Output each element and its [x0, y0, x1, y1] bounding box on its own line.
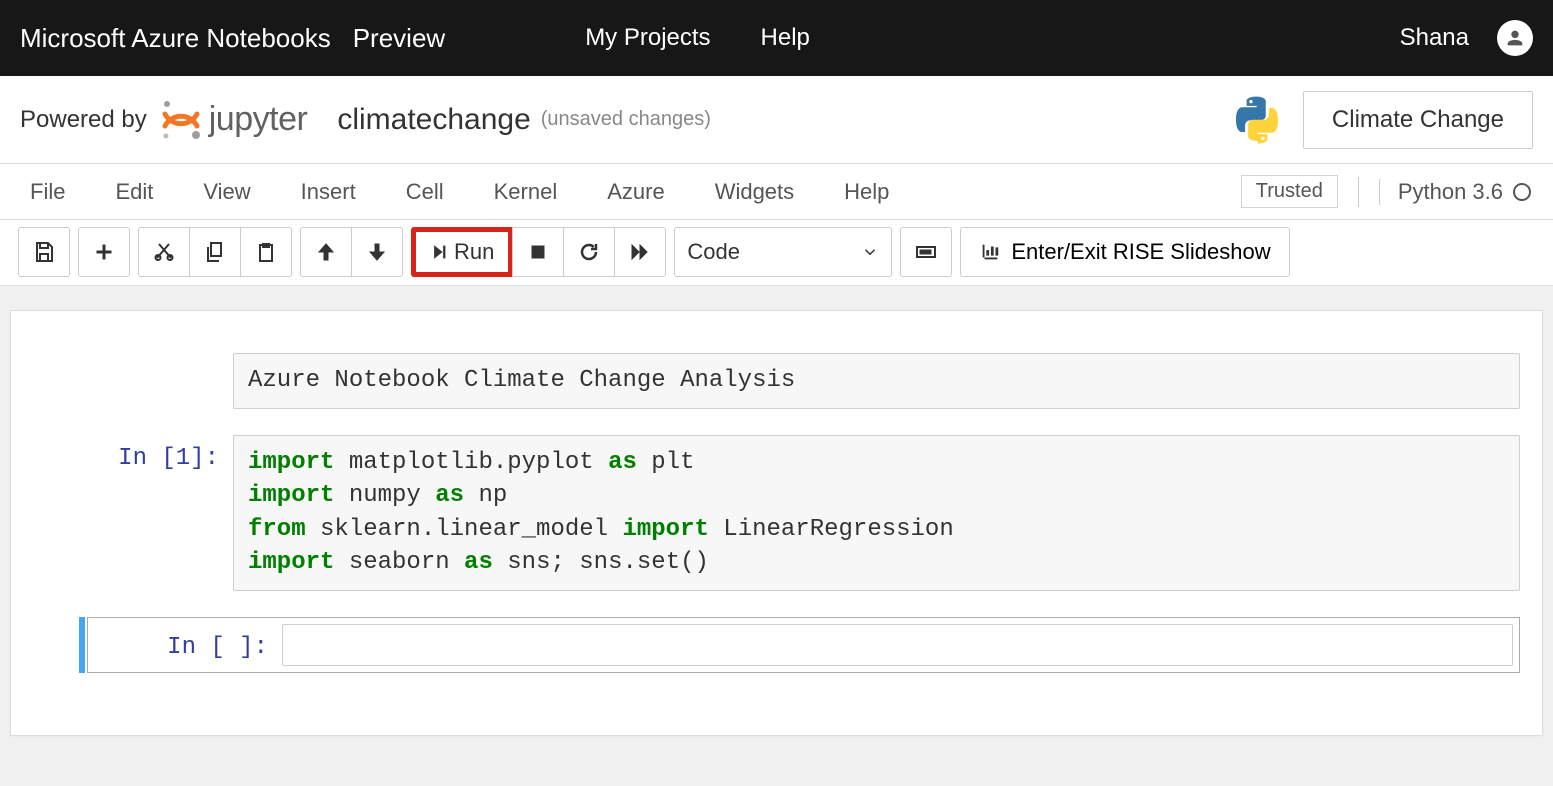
menu-kernel[interactable]: Kernel [486, 175, 566, 209]
save-button[interactable] [18, 227, 70, 277]
menubar-right: Trusted Python 3.6 [1241, 175, 1531, 208]
move-down-button[interactable] [351, 227, 403, 277]
brand-text: Microsoft Azure Notebooks [20, 23, 331, 54]
cell-prompt-empty [33, 353, 233, 409]
rise-slideshow-button[interactable]: Enter/Exit RISE Slideshow [960, 227, 1289, 277]
python-logo-icon [1229, 92, 1285, 148]
trusted-badge[interactable]: Trusted [1241, 175, 1338, 208]
save-status: (unsaved changes) [541, 108, 711, 131]
jupyter-logo-text: jupyter [209, 100, 308, 139]
run-button[interactable]: Run [411, 227, 513, 277]
kw: from [248, 516, 306, 543]
code-cell-1[interactable]: In [1]: import matplotlib.pyplot as plt … [33, 435, 1520, 591]
powered-by-label: Powered by [20, 106, 147, 134]
divider [1358, 177, 1359, 207]
menu-edit[interactable]: Edit [107, 175, 161, 209]
kernel-name-text: Python 3.6 [1398, 179, 1503, 205]
user-avatar-icon[interactable] [1497, 20, 1533, 56]
cell-inner: In [ ]: [87, 617, 1520, 673]
jupyter-logo-icon [159, 98, 203, 142]
chevron-down-icon [861, 243, 879, 261]
run-label: Run [454, 239, 494, 265]
toolbar: Run Code Enter/Exit RISE Slideshow [0, 220, 1553, 286]
kw: import [248, 482, 334, 509]
kw: as [608, 449, 637, 476]
code-cell-2-selected[interactable]: In [ ]: [33, 617, 1520, 673]
txt: matplotlib.pyplot [334, 449, 608, 476]
txt: numpy [334, 482, 435, 509]
kw: import [622, 516, 708, 543]
bar-chart-icon [979, 241, 1001, 263]
top-nav: My Projects Help [585, 24, 810, 52]
command-palette-button[interactable] [900, 227, 952, 277]
azure-topbar: Microsoft Azure Notebooks Preview My Pro… [0, 0, 1553, 76]
kw: as [435, 482, 464, 509]
cell-type-select[interactable]: Code [674, 227, 892, 277]
txt: np [464, 482, 507, 509]
kw: import [248, 449, 334, 476]
user-name[interactable]: Shana [1400, 24, 1469, 52]
raw-cell-content[interactable]: Azure Notebook Climate Change Analysis [233, 353, 1520, 409]
copy-button[interactable] [189, 227, 241, 277]
edit-group [138, 227, 292, 277]
menu-widgets[interactable]: Widgets [707, 175, 802, 209]
jupyter-header: Powered by jupyter climatechange (unsave… [0, 76, 1553, 164]
menu-azure[interactable]: Azure [599, 175, 672, 209]
txt: plt [637, 449, 695, 476]
raw-cell[interactable]: Azure Notebook Climate Change Analysis [33, 353, 1520, 409]
interrupt-button[interactable] [512, 227, 564, 277]
restart-run-all-button[interactable] [614, 227, 666, 277]
jupyter-logo[interactable]: jupyter [159, 98, 308, 142]
kernel-indicator[interactable]: Python 3.6 [1379, 179, 1531, 205]
txt: LinearRegression [709, 516, 954, 543]
menu-view[interactable]: View [195, 175, 258, 209]
restart-button[interactable] [563, 227, 615, 277]
code-cell-1-input[interactable]: import matplotlib.pyplot as plt import n… [233, 435, 1520, 591]
move-group [300, 227, 403, 277]
topbar-left: Microsoft Azure Notebooks Preview [20, 23, 445, 54]
notebook-container: Azure Notebook Climate Change Analysis I… [0, 286, 1553, 786]
txt: seaborn [334, 549, 464, 576]
cell-type-value: Code [687, 239, 740, 265]
paste-button[interactable] [240, 227, 292, 277]
menu-file[interactable]: File [22, 175, 73, 209]
insert-cell-button[interactable] [78, 227, 130, 277]
menu-help[interactable]: Help [836, 175, 897, 209]
preview-badge: Preview [353, 23, 445, 54]
move-up-button[interactable] [300, 227, 352, 277]
topbar-right: Shana [1400, 20, 1533, 56]
project-button[interactable]: Climate Change [1303, 91, 1533, 149]
txt: sns; sns.set() [493, 549, 709, 576]
nav-my-projects[interactable]: My Projects [585, 24, 710, 52]
cell-prompt-1: In [1]: [33, 435, 233, 591]
kernel-status-icon [1513, 183, 1531, 201]
notebook-name[interactable]: climatechange [337, 103, 530, 137]
notebook: Azure Notebook Climate Change Analysis I… [10, 310, 1543, 736]
menu-insert[interactable]: Insert [293, 175, 364, 209]
kw: import [248, 549, 334, 576]
run-group: Run [411, 227, 666, 277]
code-cell-2-input[interactable] [282, 624, 1513, 666]
menu-cell[interactable]: Cell [398, 175, 452, 209]
cut-button[interactable] [138, 227, 190, 277]
nav-help[interactable]: Help [761, 24, 810, 52]
menubar: File Edit View Insert Cell Kernel Azure … [0, 164, 1553, 220]
rise-label: Enter/Exit RISE Slideshow [1011, 239, 1270, 265]
selection-gutter [33, 617, 87, 673]
cell-prompt-2: In [ ]: [94, 624, 282, 666]
kw: as [464, 549, 493, 576]
txt: sklearn.linear_model [306, 516, 623, 543]
